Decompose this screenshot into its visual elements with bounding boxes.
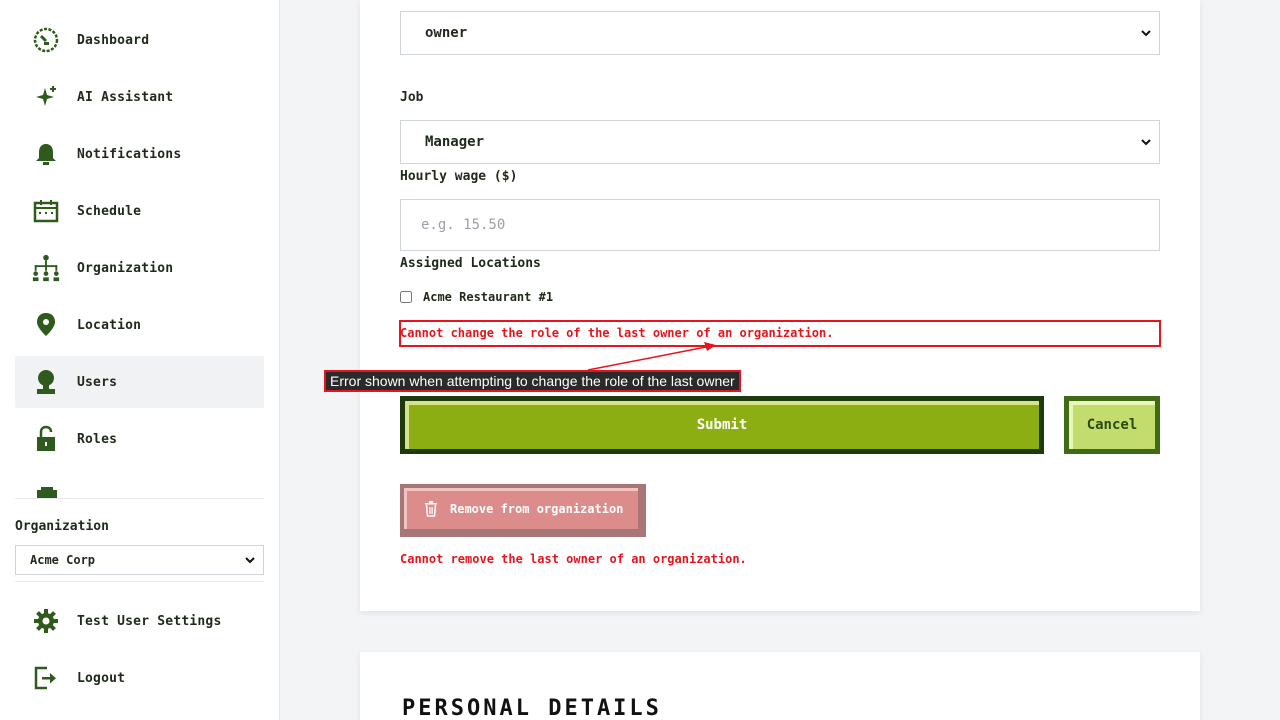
dashboard-icon — [31, 25, 61, 55]
job-select[interactable]: Manager — [400, 120, 1160, 164]
sidebar-item-organization[interactable]: Organization — [15, 242, 264, 294]
sidebar-item-location[interactable]: Location — [15, 299, 264, 351]
role-error-message: Cannot change the role of the last owner… — [400, 326, 834, 340]
lock-icon — [31, 424, 61, 454]
organization-select-value: Acme Corp — [30, 553, 96, 567]
location-checkbox[interactable] — [400, 291, 412, 303]
gear-icon — [31, 606, 61, 636]
divider — [15, 581, 264, 582]
sidebar-item-label: Schedule — [77, 203, 142, 219]
org-chart-icon — [31, 253, 61, 283]
remove-from-organization-button[interactable]: Remove from organization — [400, 484, 646, 537]
user-icon — [31, 367, 61, 397]
sidebar-item-label: Users — [77, 374, 118, 390]
organization-select[interactable]: Acme Corp — [15, 545, 264, 575]
submit-button[interactable]: Submit — [400, 396, 1044, 454]
assigned-locations-label: Assigned Locations — [400, 256, 541, 271]
sidebar-item-roles[interactable]: Roles — [15, 413, 264, 465]
sidebar-item-dashboard[interactable]: Dashboard — [15, 14, 264, 66]
logout-icon — [31, 663, 61, 693]
sidebar-item-users[interactable]: Users — [15, 356, 264, 408]
sidebar-item-label: AI Assistant — [77, 89, 174, 105]
sidebar-item-test-user-settings[interactable]: Test User Settings — [15, 595, 264, 647]
sidebar-item-label: Test User Settings — [77, 613, 222, 629]
location-checkbox-row[interactable]: Acme Restaurant #1 — [400, 290, 553, 304]
remove-button-label: Remove from organization — [450, 501, 624, 516]
sidebar-item-partial — [15, 480, 264, 498]
sidebar-item-label: Notifications — [77, 146, 182, 162]
chevron-down-icon — [245, 553, 255, 567]
chevron-down-icon — [1141, 134, 1151, 150]
sidebar: Dashboard AI Assistant Notifications Sch… — [0, 0, 280, 720]
sidebar-item-label: Location — [77, 317, 142, 333]
sidebar-item-ai-assistant[interactable]: AI Assistant — [15, 71, 264, 123]
role-select-value: owner — [425, 25, 468, 41]
annotation-label: Error shown when attempting to change th… — [324, 370, 741, 392]
sidebar-item-notifications[interactable]: Notifications — [15, 128, 264, 180]
sidebar-item-label: Organization — [77, 260, 174, 276]
sparkle-icon — [31, 82, 61, 112]
chevron-down-icon — [1141, 25, 1151, 41]
sidebar-item-label: Roles — [77, 431, 118, 447]
cancel-button[interactable]: Cancel — [1064, 396, 1160, 454]
trash-icon — [424, 500, 438, 517]
hourly-wage-input[interactable] — [400, 199, 1160, 251]
remove-error-message: Cannot remove the last owner of an organ… — [400, 552, 747, 566]
personal-details-title: PERSONAL DETAILS — [402, 696, 662, 720]
divider — [15, 498, 264, 499]
calendar-icon — [31, 196, 61, 226]
job-select-value: Manager — [425, 134, 485, 150]
sidebar-item-schedule[interactable]: Schedule — [15, 185, 264, 237]
role-select[interactable]: owner — [400, 11, 1160, 55]
sidebar-item-label: Dashboard — [77, 32, 150, 48]
bell-icon — [31, 139, 61, 169]
organization-label: Organization — [15, 519, 109, 534]
sidebar-item-label: Logout — [77, 670, 126, 686]
hourly-wage-label: Hourly wage ($) — [400, 169, 518, 184]
sidebar-item-logout[interactable]: Logout — [15, 652, 264, 704]
map-pin-icon — [31, 310, 61, 340]
location-checkbox-label: Acme Restaurant #1 — [423, 290, 554, 304]
job-label: Job — [400, 90, 424, 105]
